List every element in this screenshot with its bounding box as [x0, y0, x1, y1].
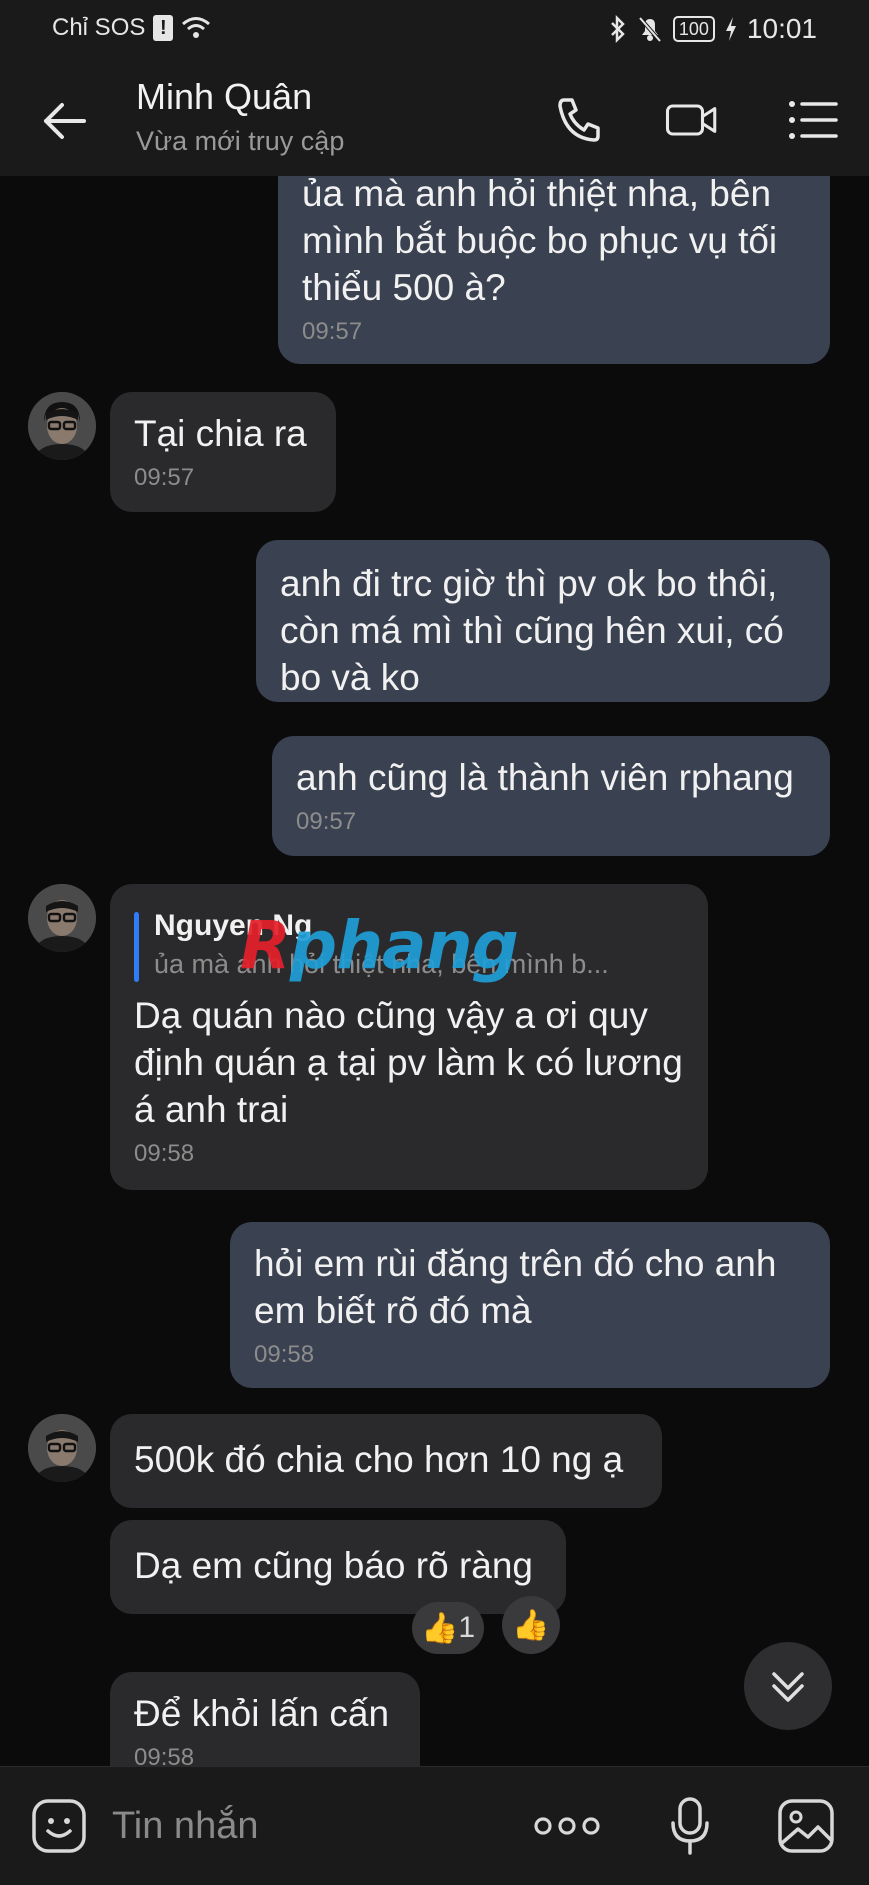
image-gallery-icon[interactable]: [776, 1797, 836, 1855]
message-list[interactable]: ủa mà anh hỏi thiệt nha, bên mình bắt bu…: [0, 176, 869, 1766]
thumbs-up-icon: 👍: [420, 1611, 459, 1645]
message-time: 09:58: [134, 1140, 195, 1167]
menu-list-icon[interactable]: [784, 92, 840, 148]
emoji-sticker-icon[interactable]: [30, 1797, 88, 1855]
status-left: Chỉ SOS !: [52, 14, 211, 42]
carrier-label: Chỉ SOS: [52, 14, 146, 41]
add-like-reaction-button[interactable]: 👍: [502, 1596, 560, 1654]
message-input[interactable]: [110, 1795, 514, 1857]
message-time: 09:57: [302, 318, 363, 345]
message-text: 500k đó chia cho hơn 10 ng ạ: [134, 1439, 624, 1480]
reaction-count: 1: [458, 1611, 476, 1644]
avatar[interactable]: [28, 884, 96, 952]
thumbs-up-icon: 👍: [512, 1608, 550, 1642]
avatar[interactable]: [28, 392, 96, 460]
message-incoming[interactable]: 500k đó chia cho hơn 10 ng ạ: [110, 1414, 662, 1508]
phone-call-icon[interactable]: [552, 92, 608, 148]
message-text: Dạ quán nào cũng vậy a ơi quy định quán …: [134, 995, 683, 1130]
message-outgoing[interactable]: ủa mà anh hỏi thiệt nha, bên mình bắt bu…: [278, 176, 830, 364]
person-avatar-icon: [28, 884, 96, 952]
rphang-watermark-logo: Rphang: [240, 907, 519, 984]
status-bar: Chỉ SOS ! 100 10:01: [0, 0, 869, 60]
message-time: 09:57: [134, 464, 195, 491]
quote-accent-bar: [134, 912, 139, 982]
watermark-r: R: [240, 907, 291, 984]
sos-alert-icon: !: [153, 15, 174, 41]
double-chevron-down-icon: [772, 1672, 804, 1702]
chat-header: Minh Quân Vừa mới truy cập: [0, 60, 869, 176]
message-time: 09:58: [134, 1744, 195, 1766]
video-call-icon[interactable]: [664, 92, 720, 148]
reaction-like-count[interactable]: 👍 1: [412, 1602, 484, 1654]
back-arrow-icon[interactable]: [40, 96, 90, 146]
contact-name[interactable]: Minh Quân: [136, 76, 312, 118]
message-text: anh cũng là thành viên rphang: [296, 757, 794, 798]
contact-status: Vừa mới truy cập: [136, 126, 345, 156]
avatar[interactable]: [28, 1414, 96, 1482]
message-time: 09:57: [296, 808, 357, 835]
message-outgoing[interactable]: anh đi trc giờ thì pv ok bo thôi, còn má…: [256, 540, 830, 702]
message-text: ủa mà anh hỏi thiệt nha, bên mình bắt bu…: [302, 176, 778, 308]
charging-icon: [725, 17, 736, 41]
person-avatar-icon: [28, 1414, 96, 1482]
message-text: Tại chia ra: [134, 413, 307, 454]
microphone-icon[interactable]: [668, 1795, 712, 1857]
battery-indicator: 100: [672, 16, 715, 42]
wifi-icon: [182, 17, 211, 38]
more-options-icon[interactable]: [532, 1811, 602, 1841]
bell-muted-icon: [638, 16, 662, 43]
person-avatar-icon: [28, 392, 96, 460]
message-text: anh đi trc giờ thì pv ok bo thôi, còn má…: [280, 563, 784, 698]
message-text: hỏi em rùi đăng trên đó cho anh em biết …: [254, 1243, 777, 1331]
scroll-to-bottom-button[interactable]: [744, 1642, 832, 1730]
message-text: Để khỏi lấn cấn: [134, 1693, 390, 1734]
message-outgoing[interactable]: anh cũng là thành viên rphang 09:57: [272, 736, 830, 856]
message-text: Dạ em cũng báo rõ ràng: [134, 1545, 534, 1586]
message-time: 09:58: [254, 1341, 315, 1368]
message-composer: [0, 1766, 869, 1885]
status-right: 100 10:01: [609, 13, 817, 45]
message-incoming[interactable]: Để khỏi lấn cấn 09:58: [110, 1672, 420, 1766]
message-incoming[interactable]: Tại chia ra 09:57: [110, 392, 336, 512]
bluetooth-icon: [610, 15, 625, 43]
watermark-rest: phang: [289, 907, 519, 984]
message-outgoing[interactable]: hỏi em rùi đăng trên đó cho anh em biết …: [230, 1222, 830, 1388]
message-incoming[interactable]: Dạ em cũng báo rõ ràng: [110, 1520, 566, 1614]
clock: 10:01: [746, 13, 817, 44]
